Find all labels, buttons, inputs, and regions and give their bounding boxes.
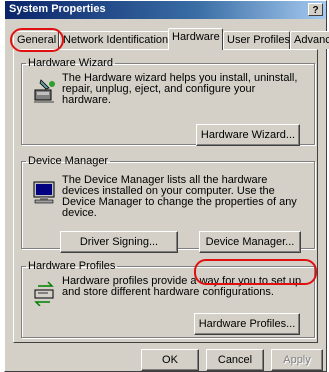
title-bar[interactable]: System Properties ? — [5, 1, 326, 19]
tab-network-identification[interactable]: Network Identification — [59, 31, 170, 49]
tab-advanced[interactable]: Advanced — [290, 31, 329, 49]
hardware-wizard-button[interactable]: Hardware Wizard... — [196, 124, 300, 146]
ok-button[interactable]: OK — [141, 349, 199, 371]
hardware-profiles-icon — [32, 280, 58, 309]
hardware-profiles-group: Hardware Profiles Hardware profiles prov… — [21, 260, 315, 338]
tab-strip: General Network Identification Hardware … — [13, 28, 329, 50]
hardware-profiles-heading: Hardware Profiles — [28, 260, 116, 272]
driver-signing-button[interactable]: Driver Signing... — [60, 231, 178, 253]
device-manager-icon — [32, 180, 58, 209]
help-button[interactable]: ? — [308, 3, 323, 16]
hardware-wizard-group: Hardware Wizard The Hardware wizard help… — [21, 57, 315, 146]
hardware-profiles-description: Hardware profiles provide a way for you … — [62, 275, 302, 298]
hardware-wizard-description: The Hardware wizard helps you install, u… — [62, 72, 298, 106]
window-title: System Properties — [9, 3, 106, 15]
cancel-button[interactable]: Cancel — [206, 349, 264, 371]
hardware-profiles-button[interactable]: Hardware Profiles... — [194, 313, 300, 335]
device-manager-group: Device Manager The Device Manager lists … — [21, 155, 315, 253]
device-manager-description: The Device Manager lists all the hardwar… — [62, 174, 297, 219]
tab-user-profiles[interactable]: User Profiles — [223, 31, 290, 49]
system-properties-window: System Properties ? General Network Iden… — [4, 0, 329, 372]
hardware-wizard-heading: Hardware Wizard — [28, 57, 113, 69]
apply-label: Apply — [283, 354, 311, 366]
device-manager-heading: Device Manager — [28, 155, 109, 167]
device-manager-button[interactable]: Device Manager... — [199, 231, 301, 253]
hardware-wizard-icon — [32, 78, 58, 107]
tab-hardware[interactable]: Hardware — [168, 28, 223, 50]
hardware-tab-panel: Hardware Wizard The Hardware wizard help… — [13, 49, 318, 343]
apply-button[interactable]: Apply — [271, 349, 323, 371]
tab-general[interactable]: General — [13, 31, 59, 49]
